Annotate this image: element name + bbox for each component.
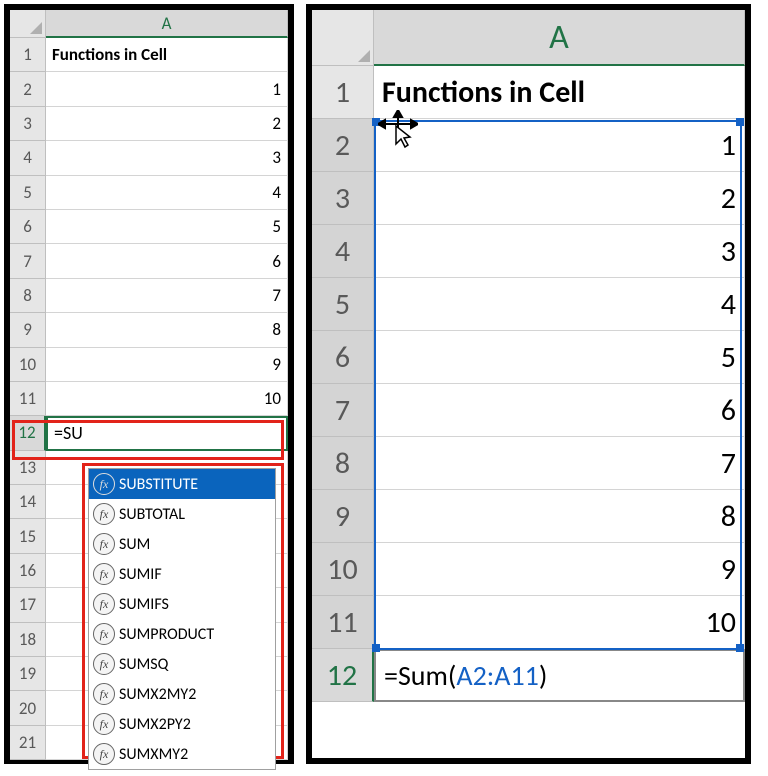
- autocomplete-label: SUMXMY2: [119, 745, 188, 764]
- row-header[interactable]: 21: [10, 726, 46, 760]
- autocomplete-label: SUBSTITUTE: [119, 475, 198, 494]
- cell[interactable]: 9: [374, 543, 745, 596]
- cell[interactable]: 5: [374, 331, 745, 384]
- cell[interactable]: 6: [46, 244, 288, 278]
- cell[interactable]: 10: [46, 382, 288, 416]
- row-header[interactable]: 1: [312, 66, 374, 119]
- select-all-corner[interactable]: [10, 10, 46, 38]
- cell[interactable]: 8: [46, 313, 288, 347]
- autocomplete-item[interactable]: fx SUMIFS: [89, 589, 275, 619]
- row-header[interactable]: 2: [10, 72, 46, 106]
- column-header-a[interactable]: A: [374, 10, 745, 66]
- cell[interactable]: 2: [374, 172, 745, 225]
- row-header[interactable]: 9: [312, 490, 374, 543]
- autocomplete-label: SUMX2PY2: [119, 715, 191, 734]
- cell[interactable]: 7: [374, 437, 745, 490]
- row-header[interactable]: 3: [10, 107, 46, 141]
- autocomplete-item[interactable]: fx SUBSTITUTE: [89, 469, 275, 499]
- select-all-corner[interactable]: [312, 10, 374, 66]
- formula-prefix: =Sum(: [384, 658, 456, 693]
- row-header[interactable]: 14: [10, 485, 46, 519]
- cell[interactable]: 8: [374, 490, 745, 543]
- row-header[interactable]: 4: [10, 141, 46, 175]
- row-header[interactable]: 8: [312, 437, 374, 490]
- row-header[interactable]: 3: [312, 172, 374, 225]
- row-header[interactable]: 12: [10, 416, 46, 450]
- row-header[interactable]: 10: [312, 543, 374, 596]
- cell-a12-editing[interactable]: =SU: [46, 416, 288, 450]
- row-header[interactable]: 11: [10, 382, 46, 416]
- cell[interactable]: 9: [46, 348, 288, 382]
- cell[interactable]: 10: [374, 596, 745, 649]
- row-header[interactable]: 6: [10, 210, 46, 244]
- row-header[interactable]: 10: [10, 348, 46, 382]
- row-header[interactable]: 9: [10, 313, 46, 347]
- column-header-a[interactable]: A: [46, 10, 288, 38]
- row-header[interactable]: 1: [10, 38, 46, 72]
- autocomplete-label: SUBTOTAL: [119, 505, 185, 524]
- autocomplete-item[interactable]: fx SUMIF: [89, 559, 275, 589]
- row-header[interactable]: 15: [10, 519, 46, 553]
- fx-icon: fx: [93, 563, 115, 585]
- fx-icon: fx: [93, 683, 115, 705]
- autocomplete-label: SUMIFS: [119, 595, 169, 614]
- cell[interactable]: 7: [46, 279, 288, 313]
- row-header[interactable]: 20: [10, 691, 46, 725]
- autocomplete-label: SUMIF: [119, 565, 162, 584]
- fx-icon: fx: [93, 503, 115, 525]
- cell[interactable]: 1: [374, 119, 745, 172]
- row-header[interactable]: 13: [10, 451, 46, 485]
- row-header[interactable]: 4: [312, 225, 374, 278]
- row-header[interactable]: 18: [10, 623, 46, 657]
- cell[interactable]: 4: [374, 278, 745, 331]
- cell[interactable]: 2: [46, 107, 288, 141]
- left-screenshot: A 1 Functions in Cell 2 1 3 2 4 3 5 4 6 …: [4, 4, 294, 764]
- cell-a1[interactable]: Functions in Cell: [374, 66, 745, 119]
- fx-icon: fx: [93, 713, 115, 735]
- row-header[interactable]: 5: [312, 278, 374, 331]
- cell-a12-formula[interactable]: =Sum(A2:A11): [374, 649, 745, 702]
- row-header[interactable]: 11: [312, 596, 374, 649]
- row-header[interactable]: 16: [10, 554, 46, 588]
- fx-icon: fx: [93, 593, 115, 615]
- formula-suffix: ): [539, 658, 548, 693]
- row-header[interactable]: 19: [10, 657, 46, 691]
- row-header[interactable]: 8: [10, 279, 46, 313]
- fx-icon: fx: [93, 653, 115, 675]
- autocomplete-label: SUMSQ: [119, 655, 168, 674]
- cell-a1[interactable]: Functions in Cell: [46, 38, 288, 72]
- autocomplete-label: SUMPRODUCT: [119, 625, 214, 644]
- row-header[interactable]: 7: [312, 384, 374, 437]
- function-autocomplete: fx SUBSTITUTE fx SUBTOTAL fx SUM fx SUMI…: [88, 468, 276, 770]
- row-header[interactable]: 17: [10, 588, 46, 622]
- fx-icon: fx: [93, 743, 115, 765]
- cell[interactable]: 5: [46, 210, 288, 244]
- cell[interactable]: 4: [46, 176, 288, 210]
- autocomplete-item[interactable]: fx SUMPRODUCT: [89, 619, 275, 649]
- fx-icon: fx: [93, 623, 115, 645]
- row-header[interactable]: 5: [10, 176, 46, 210]
- cell[interactable]: 6: [374, 384, 745, 437]
- cell[interactable]: 3: [46, 141, 288, 175]
- autocomplete-item[interactable]: fx SUBTOTAL: [89, 499, 275, 529]
- autocomplete-item[interactable]: fx SUMX2PY2: [89, 709, 275, 739]
- autocomplete-item[interactable]: fx SUM: [89, 529, 275, 559]
- cell[interactable]: 3: [374, 225, 745, 278]
- cell[interactable]: 1: [46, 72, 288, 106]
- row-header[interactable]: 2: [312, 119, 374, 172]
- row-header[interactable]: 6: [312, 331, 374, 384]
- autocomplete-label: SUM: [119, 535, 150, 554]
- row-header[interactable]: 7: [10, 244, 46, 278]
- row-header[interactable]: 12: [312, 649, 374, 702]
- fx-icon: fx: [93, 473, 115, 495]
- fx-icon: fx: [93, 533, 115, 555]
- formula-range: A2:A11: [456, 658, 538, 693]
- right-screenshot: A 1 Functions in Cell 2 1 3 2 4 3 5 4 6 …: [306, 4, 751, 764]
- autocomplete-label: SUMX2MY2: [119, 685, 196, 704]
- autocomplete-item[interactable]: fx SUMX2MY2: [89, 679, 275, 709]
- autocomplete-item[interactable]: fx SUMXMY2: [89, 739, 275, 769]
- autocomplete-item[interactable]: fx SUMSQ: [89, 649, 275, 679]
